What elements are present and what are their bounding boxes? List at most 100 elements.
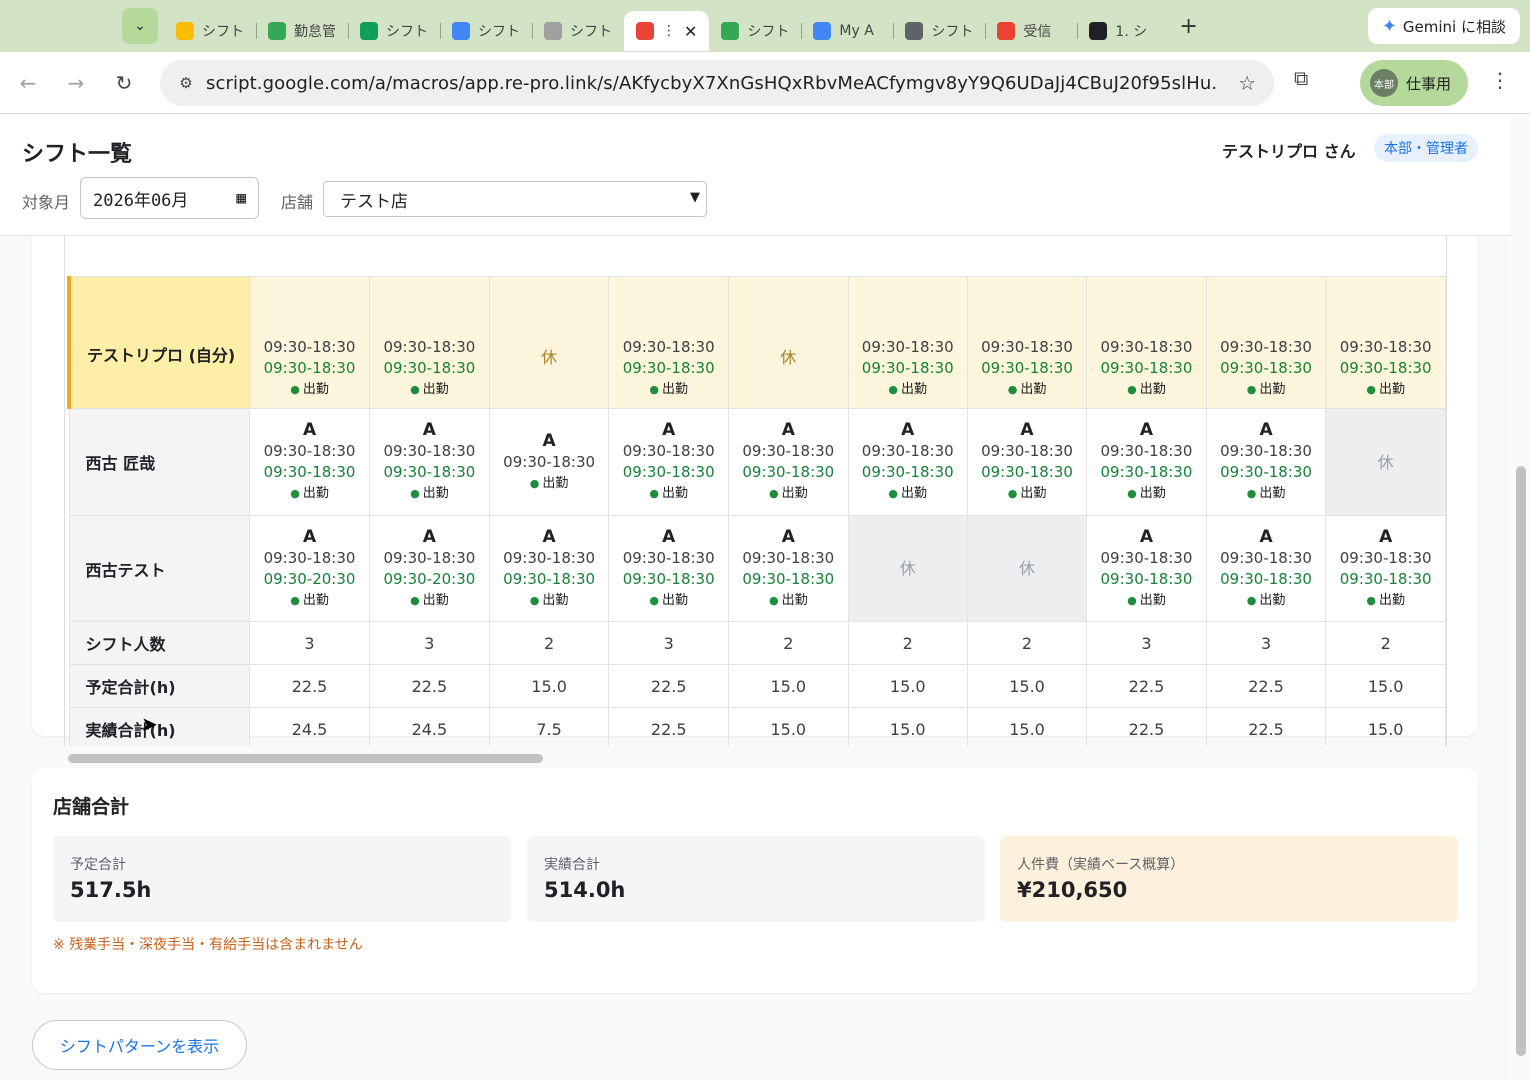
shift-cell[interactable]: 09:30-18:30 09:30-18:30 ● 出勤: [1325, 276, 1446, 409]
show-shift-pattern-button[interactable]: シフトパターンを表示: [32, 1020, 247, 1070]
shift-cell[interactable]: 休: [488, 276, 610, 409]
shift-cell[interactable]: A 09:30-18:30 09:30-18:30 ● 出勤: [488, 515, 610, 622]
shift-cell[interactable]: A 09:30-18:30 09:30-18:30 ● 出勤: [847, 408, 968, 516]
shift-cell[interactable]: 休: [847, 515, 968, 622]
summary-value: 22.5: [249, 664, 370, 708]
planned-time: 09:30-18:30: [622, 338, 715, 356]
bookmark-star-icon[interactable]: ☆: [1238, 71, 1256, 95]
summary-value: 7.5: [488, 707, 610, 746]
shift-pattern-code: A: [901, 420, 915, 440]
tab-label: 1. シ: [1115, 24, 1148, 40]
calendar-icon[interactable]: ▦: [236, 188, 246, 207]
summary-value: 15.0: [1325, 664, 1446, 708]
close-tab-icon[interactable]: ✕: [684, 22, 697, 41]
status-dot-icon: ●: [290, 383, 300, 396]
browser-tab[interactable]: My A: [801, 11, 893, 51]
browser-tab[interactable]: 受信: [985, 11, 1077, 51]
status-dot-icon: ●: [1366, 593, 1376, 607]
profile-label: 仕事用: [1406, 74, 1452, 93]
month-input[interactable]: 2026年06月 ▦: [80, 177, 259, 219]
browser-menu-icon[interactable]: ⋮: [1490, 68, 1510, 92]
summary-label: 実績合計(h): [68, 707, 251, 746]
actual-time: 09:30-18:30: [1100, 569, 1193, 588]
shift-cell[interactable]: A 09:30-18:30 09:30-18:30 ● 出勤: [728, 408, 849, 516]
shift-cell[interactable]: A 09:30-18:30 09:30-18:30 ● 出勤: [249, 408, 370, 516]
shift-cell[interactable]: A 09:30-18:30 09:30-18:30 ● 出勤: [608, 515, 729, 622]
shift-cell[interactable]: 09:30-18:30 09:30-18:30 ● 出勤: [966, 276, 1088, 409]
summary-value: 22.5: [608, 664, 729, 708]
shift-cell[interactable]: 09:30-18:30 09:30-18:30 ● 出勤: [1086, 276, 1207, 409]
browser-tab[interactable]: シフト: [164, 11, 256, 51]
shift-cell[interactable]: A 09:30-18:30 09:30-20:30 ● 出勤: [368, 515, 490, 622]
site-info-icon[interactable]: ⚙: [166, 74, 206, 92]
shift-cell[interactable]: A 09:30-18:30 09:30-18:30 ● 出勤: [608, 408, 729, 516]
shift-cell[interactable]: 09:30-18:30 09:30-18:30 ● 出勤: [847, 276, 968, 409]
planned-time: 09:30-18:30: [622, 442, 715, 460]
allowance-note: ※ 残業手当・深夜手当・有給手当は含まれません: [53, 937, 363, 953]
tab-search-chevron-icon[interactable]: ⌄: [122, 8, 158, 44]
browser-tab[interactable]: ⋮ ✕: [624, 11, 710, 51]
shift-cell[interactable]: A 09:30-18:30 09:30-18:30 ● 出勤: [966, 408, 1088, 516]
browser-tab[interactable]: シフト: [440, 11, 532, 51]
shift-cell[interactable]: A 09:30-18:30 09:30-18:30 ● 出勤: [1086, 515, 1207, 622]
staff-name: テストリプロ (自分): [67, 276, 251, 409]
cost-total-box: 人件費（実績ベース概算） ¥210,650: [1000, 836, 1458, 922]
summary-label: 予定合計(h): [68, 664, 251, 708]
shift-cell[interactable]: 09:30-18:30 09:30-18:30 ● 出勤: [249, 276, 370, 409]
browser-tab[interactable]: シフト: [893, 11, 985, 51]
extensions-puzzle-icon[interactable]: ⧉: [1294, 66, 1308, 90]
attendance-status: ● 出勤: [610, 590, 728, 611]
shift-cell[interactable]: A 09:30-18:30 09:30-18:30 ● 出勤: [368, 408, 490, 516]
shift-cell[interactable]: A 09:30-18:30 09:30-18:30 ● 出勤: [1205, 408, 1327, 516]
vertical-scrollbar-thumb[interactable]: [1516, 466, 1526, 1056]
shift-cell[interactable]: 09:30-18:30 09:30-18:30 ● 出勤: [1205, 276, 1327, 409]
reload-icon[interactable]: ↻: [104, 63, 144, 103]
forward-arrow-icon[interactable]: →: [56, 63, 96, 103]
shift-pattern-code: A: [1139, 526, 1154, 547]
tab-favicon-icon: [544, 22, 562, 40]
browser-tab[interactable]: シフト: [532, 11, 624, 51]
shift-cell[interactable]: 09:30-18:30 09:30-18:30 ● 出勤: [368, 276, 490, 409]
status-dot-icon: ●: [290, 593, 300, 607]
new-tab-plus-icon[interactable]: +: [1179, 14, 1197, 39]
attendance-status: ● 出勤: [251, 483, 369, 504]
summary-value: 3: [368, 621, 490, 665]
browser-tab[interactable]: シフト: [709, 11, 801, 51]
shift-cell[interactable]: 09:30-18:30 09:30-18:30 ● 出勤: [608, 276, 729, 409]
tab-favicon-icon: [813, 22, 832, 40]
summary-label: シフト人数: [68, 621, 251, 665]
actual-time: 09:30-18:30: [1339, 569, 1432, 588]
shift-cell[interactable]: A 09:30-18:30 09:30-20:30 ● 出勤: [249, 515, 370, 622]
table-row: テストリプロ (自分) 09:30-18:30 09:30-18:30 ● 出勤 09:3…: [67, 276, 1446, 409]
shift-cell[interactable]: A 09:30-18:30 09:30-18:30 ● 出勤: [1325, 515, 1446, 622]
address-bar[interactable]: ⚙ script.google.com/a/macros/app.re-pro.…: [160, 60, 1274, 106]
horizontal-scrollbar[interactable]: [68, 754, 543, 763]
store-total-card: 店舗合計 予定合計 517.5h 実績合計 514.0h 人件費（実績ベース概算…: [32, 768, 1478, 993]
profile-button[interactable]: 本部 仕事用: [1360, 60, 1468, 106]
shift-cell[interactable]: A 09:30-18:30 09:30-18:30 ● 出勤: [728, 515, 849, 622]
attendance-status: ● 出勤: [610, 483, 728, 504]
shift-cell[interactable]: A 09:30-18:30 09:30-18:30 ● 出勤: [1086, 408, 1207, 516]
shift-cell[interactable]: A 09:30-18:30 09:30-18:30 ● 出勤: [1205, 515, 1327, 622]
month-value: 2026年06月: [93, 190, 189, 211]
shift-cell[interactable]: 休: [966, 515, 1088, 622]
store-select[interactable]: テスト店 ▼: [323, 181, 707, 217]
attendance-label: 出勤: [1259, 382, 1286, 397]
shift-table: テストリプロ (自分) 09:30-18:30 09:30-18:30 ● 出勤 09:3…: [67, 276, 1446, 746]
browser-tab[interactable]: 1. シ: [1077, 11, 1169, 51]
tab-favicon-icon: [1089, 22, 1108, 40]
gemini-button[interactable]: ✦ Gemini に相談: [1367, 8, 1520, 44]
browser-tab[interactable]: 勤怠管: [256, 11, 348, 51]
shift-table-scroll[interactable]: テストリプロ (自分) 09:30-18:30 09:30-18:30 ● 出勤 09:3…: [64, 174, 1447, 746]
actual-time: 09:30-18:30: [1339, 359, 1432, 377]
shift-cell[interactable]: 休: [1325, 408, 1446, 516]
shift-pattern-code: A: [422, 420, 436, 440]
back-arrow-icon[interactable]: ←: [8, 63, 48, 103]
planned-time: 09:30-18:30: [383, 548, 476, 567]
shift-pattern-code: A: [662, 420, 676, 440]
shift-cell[interactable]: A 09:30-18:30 ● 出勤: [488, 408, 610, 516]
summary-value: 2: [966, 621, 1088, 665]
browser-tab[interactable]: シフト: [348, 11, 440, 51]
shift-cell[interactable]: 休: [728, 276, 849, 409]
shift-pattern-code: A: [1259, 526, 1273, 547]
